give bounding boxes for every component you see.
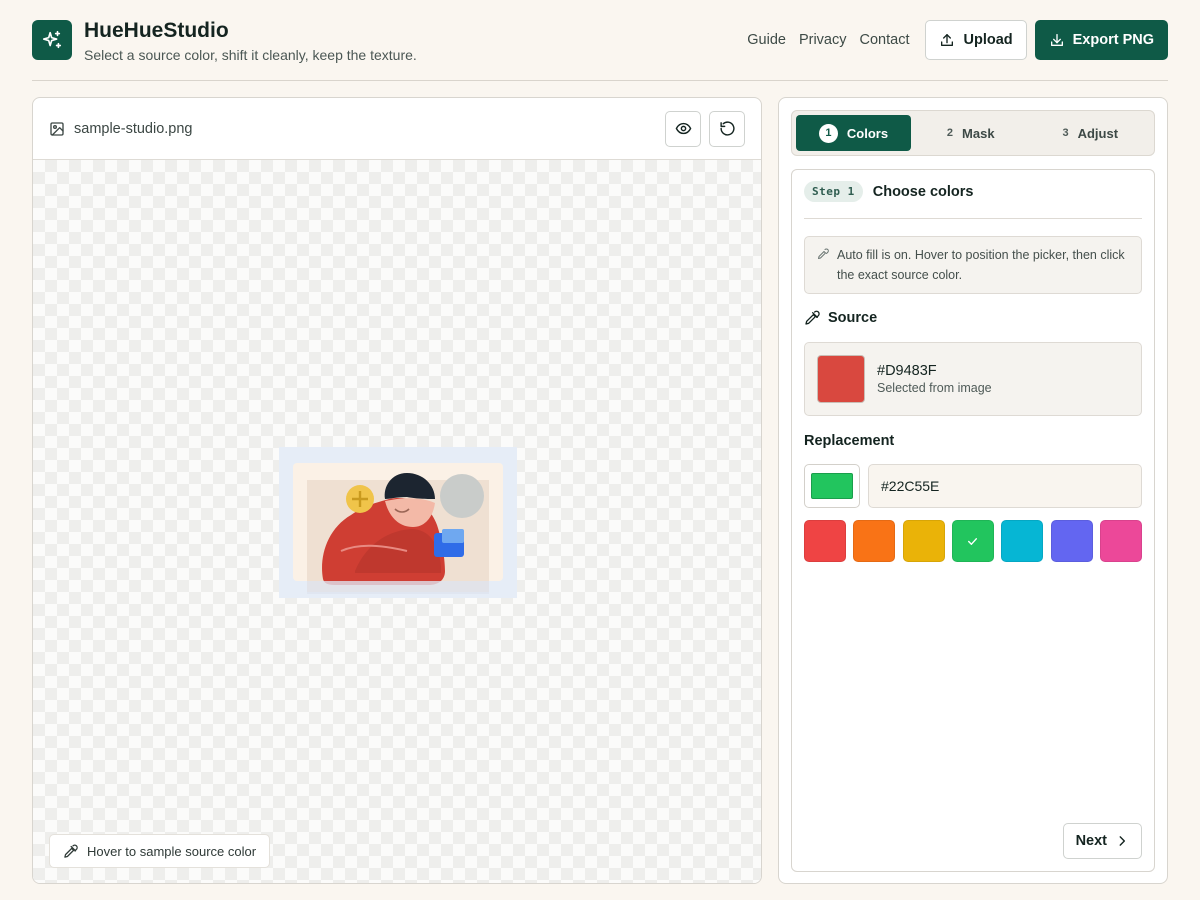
auto-fill-text: Auto fill is on. Hover to position the p…: [837, 248, 1125, 282]
eyedropper-icon: [805, 310, 820, 325]
nav-privacy-link[interactable]: Privacy: [799, 32, 847, 48]
tab-adjust[interactable]: 3 Adjust: [1031, 115, 1151, 151]
auto-fill-notice: Auto fill is on. Hover to position the p…: [804, 236, 1142, 294]
controls-panel: 1 Colors 2 Mask 3 Adjust Step 1 Choose c…: [778, 97, 1168, 884]
nav-guide-link[interactable]: Guide: [747, 32, 786, 48]
eyedropper-icon: [818, 248, 829, 259]
upload-icon: [941, 34, 954, 46]
replacement-swatch: [811, 473, 853, 499]
tab-mask[interactable]: 2 Mask: [911, 115, 1031, 151]
source-color-display: #D9483F Selected from image: [804, 342, 1142, 416]
eyedropper-icon: [64, 844, 78, 858]
sparkles-icon: [32, 20, 72, 60]
filename-label: sample-studio.png: [74, 120, 193, 137]
step-card-header: Step 1 Choose colors: [804, 181, 1142, 219]
palette-swatch[interactable]: [1001, 520, 1044, 562]
preset-palette: [804, 520, 1142, 562]
source-heading: Source: [804, 310, 877, 326]
tab-label: Mask: [962, 125, 995, 141]
image-canvas[interactable]: Hover to sample source color: [33, 160, 761, 883]
nav-contact-link[interactable]: Contact: [860, 32, 910, 48]
canvas-header: sample-studio.png: [33, 98, 761, 160]
replacement-heading: Replacement: [804, 433, 894, 449]
next-button[interactable]: Next: [1062, 823, 1142, 859]
app-title: HueHueStudio: [84, 19, 229, 42]
file-name: sample-studio.png: [49, 121, 193, 137]
source-description: Selected from image: [877, 381, 992, 395]
step-title: Choose colors: [872, 184, 974, 200]
tab-label: Adjust: [1077, 125, 1119, 141]
brand: HueHueStudio Select a source color, shif…: [32, 18, 417, 63]
step-tabs: 1 Colors 2 Mask 3 Adjust: [791, 110, 1155, 156]
next-label: Next: [1075, 833, 1107, 849]
palette-swatch[interactable]: [804, 520, 846, 562]
source-swatch: [817, 355, 865, 403]
step-number: 3: [1062, 127, 1069, 139]
source-label: Source: [828, 310, 878, 326]
step-number: 1: [818, 123, 838, 143]
export-png-button[interactable]: Export PNG: [1034, 20, 1168, 60]
replacement-row: [804, 464, 1142, 508]
step-badge: Step 1: [804, 181, 863, 202]
source-hex: #D9483F: [877, 363, 937, 379]
app-subtitle: Select a source color, shift it cleanly,…: [84, 47, 417, 63]
upload-label: Upload: [963, 32, 1013, 48]
uploaded-image[interactable]: [279, 447, 517, 598]
replacement-hex-input[interactable]: [868, 464, 1142, 508]
replacement-color-picker[interactable]: [804, 464, 860, 508]
palette-swatch[interactable]: [1050, 520, 1093, 562]
step-card: Step 1 Choose colors Auto fill is on. Ho…: [791, 169, 1155, 872]
sample-hint-text: Hover to sample source color: [87, 843, 257, 859]
check-icon: [968, 537, 978, 545]
step-number: 2: [946, 127, 954, 139]
header-divider: [32, 80, 1168, 81]
chevron-right-icon: [1119, 836, 1126, 846]
canvas-panel: sample-studio.png Hover to sample source…: [32, 97, 762, 884]
download-icon: [1050, 34, 1063, 46]
tab-colors[interactable]: 1 Colors: [796, 115, 911, 151]
rotate-ccw-icon: [719, 121, 735, 136]
palette-swatch[interactable]: [902, 520, 945, 562]
palette-swatch[interactable]: [853, 520, 896, 562]
replacement-label: Replacement: [804, 433, 895, 449]
sample-hint-chip: Hover to sample source color: [49, 834, 271, 868]
app-header: HueHueStudio Select a source color, shif…: [32, 18, 1168, 80]
export-label: Export PNG: [1072, 32, 1154, 48]
top-nav: Guide Privacy Contact Upload Export PNG: [747, 20, 1168, 60]
tab-label: Colors: [846, 125, 889, 141]
preview-toggle-button[interactable]: [665, 110, 701, 147]
eye-icon: [675, 122, 691, 135]
palette-swatch[interactable]: [1099, 520, 1142, 562]
upload-button[interactable]: Upload: [925, 20, 1027, 60]
palette-swatch[interactable]: [951, 520, 994, 562]
image-file-icon: [50, 121, 64, 136]
reset-button[interactable]: [709, 110, 745, 147]
